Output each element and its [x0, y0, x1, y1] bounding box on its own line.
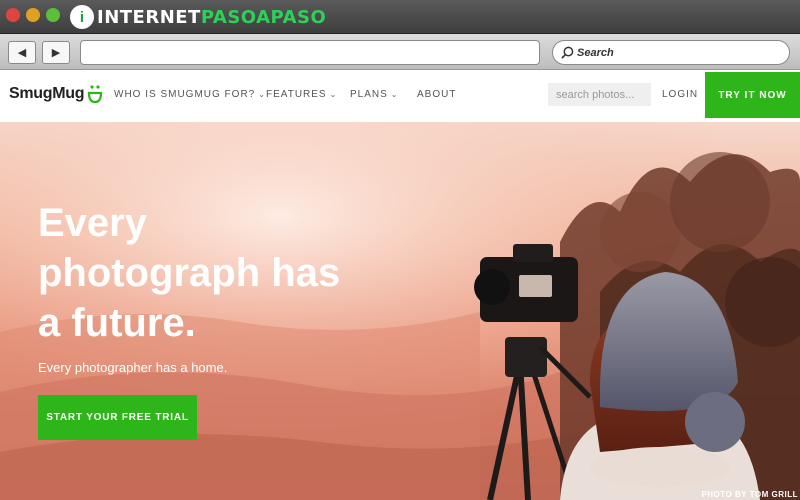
minimize-window-button[interactable]: [26, 8, 40, 22]
chevron-down-icon: ⌄: [329, 90, 338, 99]
hero-title-line: a future.: [38, 301, 196, 345]
try-it-now-button[interactable]: TRY IT NOW: [705, 72, 800, 118]
chevron-down-icon: ⌄: [390, 90, 399, 99]
nav-label: FEATURES: [266, 89, 327, 100]
smugmug-logo[interactable]: SmugMug: [9, 84, 103, 104]
address-bar[interactable]: [80, 40, 540, 65]
logo-text: SmugMug: [9, 85, 85, 102]
login-link[interactable]: LOGIN: [662, 89, 698, 100]
nav-plans[interactable]: PLANS ⌄: [350, 89, 399, 100]
photo-search-input[interactable]: [548, 83, 651, 106]
back-button[interactable]: ◀: [8, 41, 36, 64]
nav-label: WHO IS SMUGMUG FOR?: [114, 89, 256, 100]
window-title-bar: i INTERNET PASOAPASO: [0, 0, 800, 34]
site-header: SmugMug WHO IS SMUGMUG FOR? ⌄ FEATURES ⌄…: [0, 70, 800, 122]
nav-label: PLANS: [350, 89, 388, 100]
hero-banner: Every photograph has a future. Every pho…: [0, 122, 800, 500]
close-window-button[interactable]: [6, 8, 20, 22]
hero-title: Every photograph has a future.: [38, 198, 418, 348]
hero-title-line: photograph has: [38, 251, 341, 295]
nav-label: ABOUT: [417, 89, 457, 100]
browser-search-placeholder: Search: [577, 46, 614, 59]
photo-credit: PHOTO BY TOM GRILL: [701, 490, 798, 499]
nav-features[interactable]: FEATURES ⌄: [266, 89, 337, 100]
nav-who-is-smugmug-for[interactable]: WHO IS SMUGMUG FOR? ⌄: [114, 89, 266, 100]
browser-search-field[interactable]: Search: [552, 40, 790, 65]
watermark-logo: i INTERNET PASOAPASO: [70, 4, 326, 30]
zoom-window-button[interactable]: [46, 8, 60, 22]
search-icon: [561, 46, 574, 59]
forward-arrow-icon: ▶: [51, 47, 61, 59]
forward-button[interactable]: ▶: [42, 41, 70, 64]
hero-subtitle: Every photographer has a home.: [38, 360, 228, 375]
nav-about[interactable]: ABOUT: [417, 89, 456, 100]
brand-text-right: PASOAPASO: [200, 6, 327, 28]
brand-badge-icon: i: [70, 5, 94, 29]
browser-toolbar: ◀ ▶ Search: [0, 34, 800, 70]
back-arrow-icon: ◀: [17, 47, 27, 59]
smiley-icon: [88, 85, 103, 104]
hero-title-line: Every: [38, 201, 147, 245]
start-free-trial-button[interactable]: START YOUR FREE TRIAL: [38, 395, 197, 440]
chevron-down-icon: ⌄: [258, 90, 266, 99]
brand-text-left: INTERNET: [97, 6, 201, 28]
